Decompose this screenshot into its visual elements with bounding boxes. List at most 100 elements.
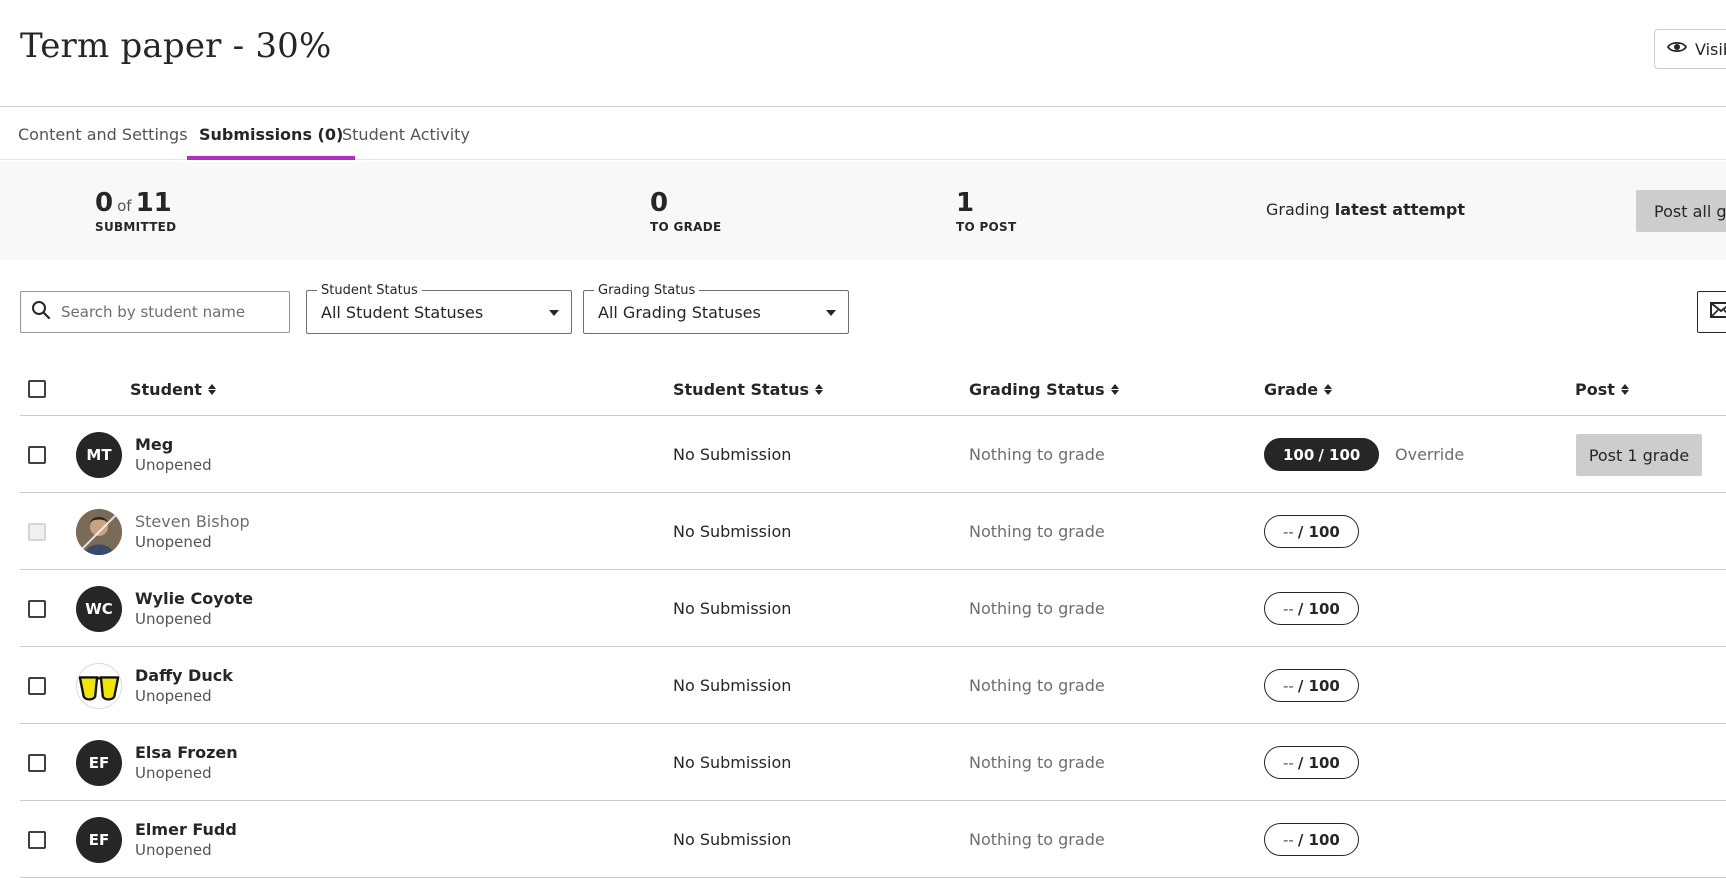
header-student-label: Student — [130, 380, 202, 399]
student-name[interactable]: Elsa Frozen — [135, 743, 238, 762]
grading-attempt-setting[interactable]: Grading latest attempt — [1266, 200, 1465, 219]
table-row: WC Wylie Coyote Unopened No Submission N… — [20, 570, 1726, 647]
sort-icon — [1110, 384, 1119, 395]
header-student[interactable]: Student — [130, 380, 216, 399]
grading-status-filter-value: All Grading Statuses — [598, 303, 761, 322]
grade-pill[interactable]: -- / 100 — [1264, 823, 1359, 856]
row-checkbox[interactable] — [28, 600, 46, 618]
sort-icon — [1324, 384, 1333, 395]
grading-mode: latest attempt — [1334, 200, 1466, 219]
page-title: Term paper - 30% — [20, 26, 332, 66]
student-name[interactable]: Wylie Coyote — [135, 589, 253, 608]
grade-value: 100 — [1283, 445, 1315, 464]
student-access-status: Unopened — [135, 841, 212, 859]
grade-max: / 100 — [1297, 830, 1340, 849]
to-grade-stat: 0 TO GRADE — [650, 188, 722, 234]
student-access-status: Unopened — [135, 764, 212, 782]
grade-value: -- — [1283, 830, 1294, 849]
grading-prefix: Grading — [1266, 200, 1330, 219]
grade-max: / 100 — [1297, 522, 1340, 541]
visibility-button[interactable]: Visib — [1654, 29, 1726, 69]
student-status-filter-label: Student Status — [317, 283, 422, 298]
grade-value: -- — [1283, 599, 1294, 618]
table-header: Student Student Status Grading Status Gr… — [20, 362, 1726, 416]
select-all-checkbox[interactable] — [28, 380, 46, 398]
grade-pill[interactable]: -- / 100 — [1264, 592, 1359, 625]
submission-stats-bar: 0 of 11 SUBMITTED 0 TO GRADE 1 TO POST Gra… — [0, 162, 1726, 260]
grading-status: Nothing to grade — [969, 445, 1105, 464]
student-status: No Submission — [673, 676, 792, 695]
grading-status: Nothing to grade — [969, 599, 1105, 618]
grade-max: / 100 — [1297, 599, 1340, 618]
student-access-status: Unopened — [135, 687, 212, 705]
sort-icon — [207, 384, 216, 395]
student-status-filter[interactable]: Student Status All Student Statuses — [306, 283, 572, 334]
avatar: EF — [76, 740, 122, 786]
submitted-stat: 0 of 11 SUBMITTED — [95, 188, 176, 234]
student-name[interactable]: Meg — [135, 435, 173, 454]
header-grading-status-label: Grading Status — [969, 380, 1105, 399]
tab-content-and-settings[interactable]: Content and Settings — [6, 108, 200, 160]
row-checkbox[interactable] — [28, 831, 46, 849]
post-grade-button[interactable]: Post 1 grade — [1576, 434, 1702, 476]
envelope-icon — [1710, 301, 1726, 323]
grading-status: Nothing to grade — [969, 830, 1105, 849]
grading-status-filter-label: Grading Status — [594, 283, 700, 298]
sort-icon — [1620, 384, 1629, 395]
header-grade-label: Grade — [1264, 380, 1319, 399]
avatar — [76, 509, 122, 555]
submitted-count: 0 — [95, 188, 114, 218]
header-grade[interactable]: Grade — [1264, 380, 1333, 399]
page-header: Term paper - 30% Visib — [0, 0, 1726, 107]
grading-status: Nothing to grade — [969, 676, 1105, 695]
student-name[interactable]: Elmer Fudd — [135, 820, 237, 839]
student-status: No Submission — [673, 599, 792, 618]
student-access-status: Unopened — [135, 456, 212, 474]
avatar: EF — [76, 817, 122, 863]
avatar — [76, 663, 122, 709]
post-all-grades-button[interactable]: Post all gra — [1636, 190, 1726, 232]
eye-icon — [1666, 37, 1688, 61]
student-access-status: Unopened — [135, 610, 212, 628]
submitted-of: of — [117, 197, 132, 215]
student-search — [20, 291, 290, 333]
grade-value: -- — [1283, 753, 1294, 772]
student-status: No Submission — [673, 522, 792, 541]
visibility-label: Visib — [1695, 39, 1726, 59]
grade-value: -- — [1283, 522, 1294, 541]
search-input[interactable] — [61, 303, 271, 321]
sort-icon — [815, 384, 824, 395]
grade-pill[interactable]: -- / 100 — [1264, 669, 1359, 702]
row-checkbox[interactable] — [28, 754, 46, 772]
tab-bar: Content and Settings Submissions (0) Stu… — [0, 108, 1726, 160]
header-student-status[interactable]: Student Status — [673, 380, 824, 399]
grade-pill[interactable]: -- / 100 — [1264, 746, 1359, 779]
message-students-button[interactable] — [1697, 291, 1726, 333]
submitted-label: SUBMITTED — [95, 220, 177, 234]
table-row: MT Meg Unopened No Submission Nothing to… — [20, 416, 1726, 493]
student-name[interactable]: Steven Bishop — [135, 512, 250, 531]
to-post-stat: 1 TO POST — [956, 188, 1017, 234]
to-grade-label: TO GRADE — [650, 220, 722, 234]
grading-status-filter[interactable]: Grading Status All Grading Statuses — [583, 283, 849, 334]
header-grading-status[interactable]: Grading Status — [969, 380, 1119, 399]
grade-value: -- — [1283, 676, 1294, 695]
to-post-label: TO POST — [956, 220, 1017, 234]
caret-down-icon — [826, 310, 836, 316]
row-checkbox — [28, 523, 46, 541]
student-name[interactable]: Daffy Duck — [135, 666, 233, 685]
grading-status: Nothing to grade — [969, 522, 1105, 541]
override-label: Override — [1395, 445, 1465, 464]
header-student-status-label: Student Status — [673, 380, 810, 399]
row-checkbox[interactable] — [28, 446, 46, 464]
row-checkbox[interactable] — [28, 677, 46, 695]
grade-max: / 100 — [1318, 445, 1361, 464]
to-grade-count: 0 — [650, 188, 669, 218]
grade-pill[interactable]: -- / 100 — [1264, 515, 1359, 548]
table-row: EF Elsa Frozen Unopened No Submission No… — [20, 724, 1726, 801]
grade-pill[interactable]: 100 / 100 — [1264, 438, 1380, 471]
header-post[interactable]: Post — [1575, 380, 1629, 399]
student-access-status: Unopened — [135, 533, 212, 551]
tab-student-activity[interactable]: Student Activity — [330, 108, 482, 160]
table-row: Steven Bishop Unopened No Submission Not… — [20, 493, 1726, 570]
